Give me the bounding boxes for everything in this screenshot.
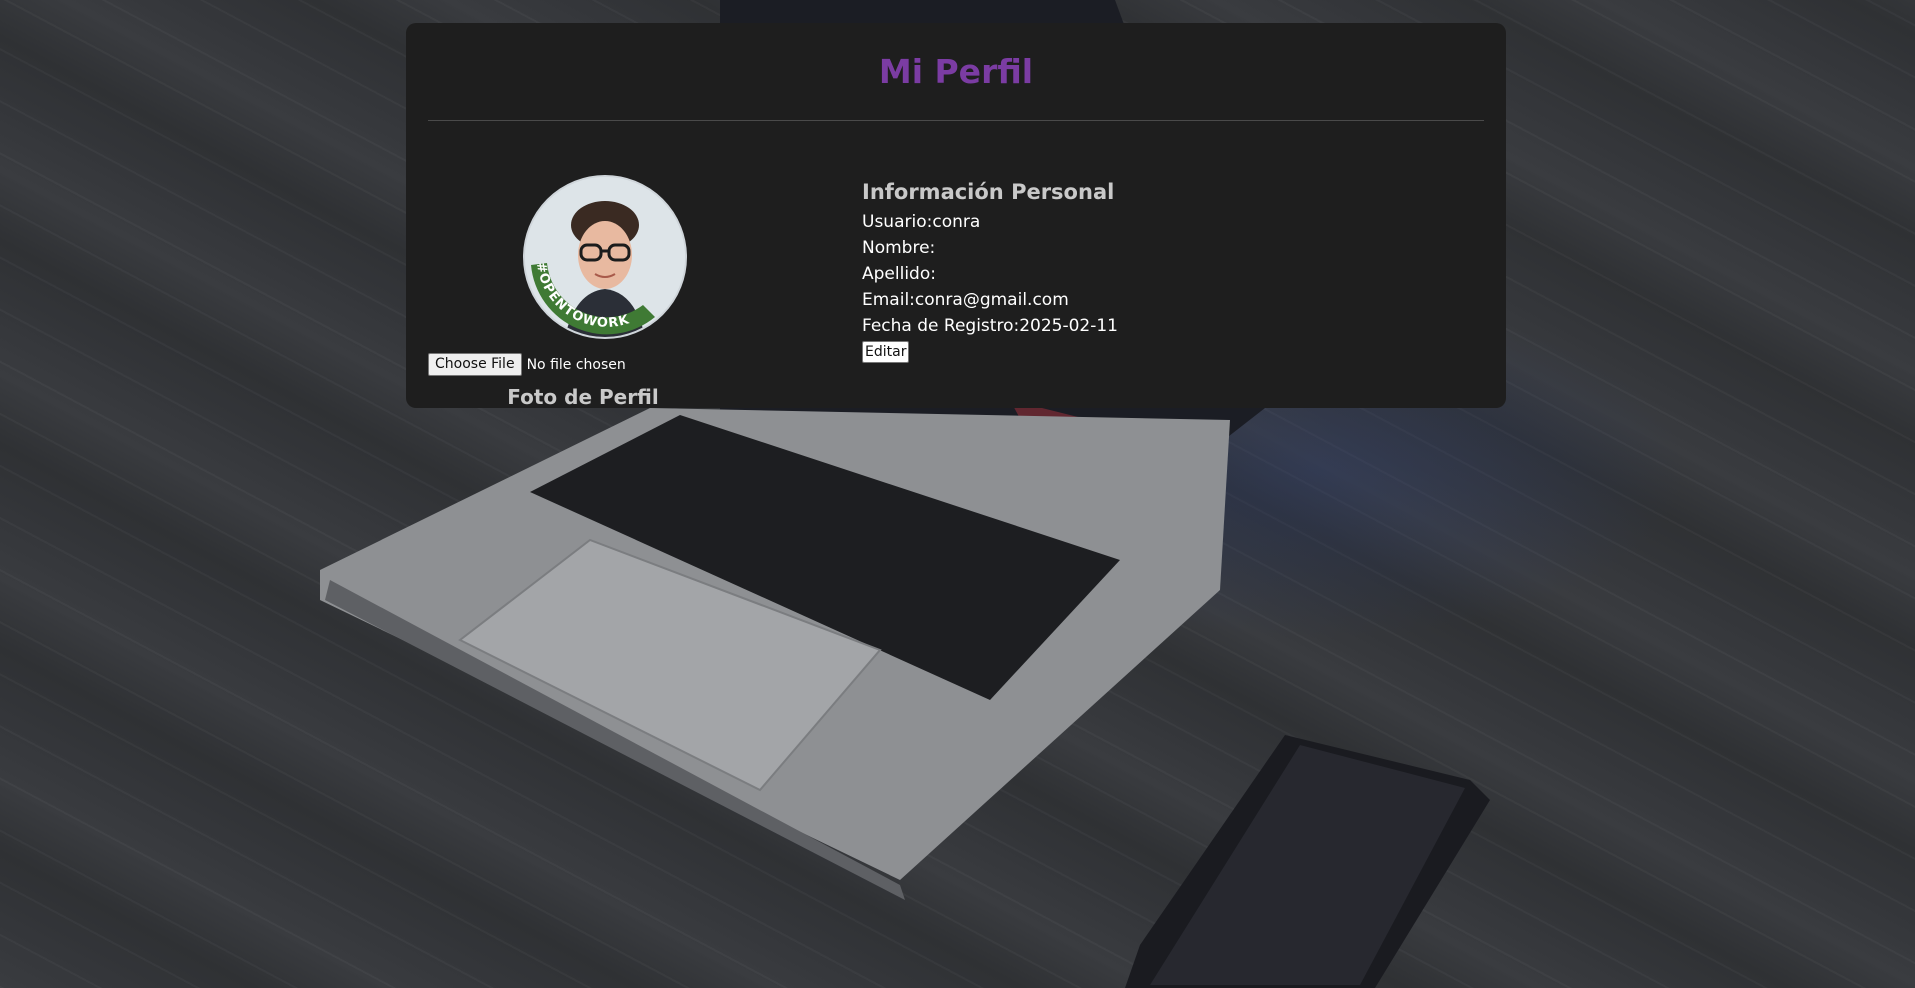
username-row: Usuario:conra	[862, 209, 1462, 235]
email-label: Email:	[862, 290, 915, 310]
registration-date-row: Fecha de Registro:2025-02-11	[862, 313, 1462, 339]
title-divider	[428, 120, 1484, 121]
registration-date-label: Fecha de Registro:	[862, 316, 1020, 336]
avatar-portrait-image: #OPENTOWORK	[525, 177, 685, 337]
first-name-label: Nombre:	[862, 238, 936, 258]
email-row: Email:conra@gmail.com	[862, 287, 1462, 313]
file-status-text: No file chosen	[526, 356, 626, 373]
edit-button[interactable]: Editar	[862, 341, 910, 363]
profile-avatar: #OPENTOWORK	[523, 175, 687, 339]
file-upload-row: Choose File No file chosen	[428, 353, 626, 376]
profile-photo-label: Foto de Perfil	[507, 385, 659, 409]
profile-card: Mi Perfil #OPENTOWORK Choose File No fil…	[406, 23, 1506, 409]
first-name-row: Nombre:	[862, 235, 1462, 261]
username-value: conra	[932, 212, 981, 232]
last-name-row: Apellido:	[862, 261, 1462, 287]
email-value: conra@gmail.com	[914, 290, 1069, 310]
registration-date-value: 2025-02-11	[1019, 316, 1118, 336]
last-name-label: Apellido:	[862, 264, 936, 284]
page-title: Mi Perfil	[878, 52, 1034, 91]
personal-info-heading: Información Personal	[862, 180, 1115, 204]
choose-file-button[interactable]: Choose File	[428, 353, 522, 376]
username-label: Usuario:	[862, 212, 933, 232]
personal-info-section: Información Personal Usuario:conra Nombr…	[862, 177, 1462, 363]
